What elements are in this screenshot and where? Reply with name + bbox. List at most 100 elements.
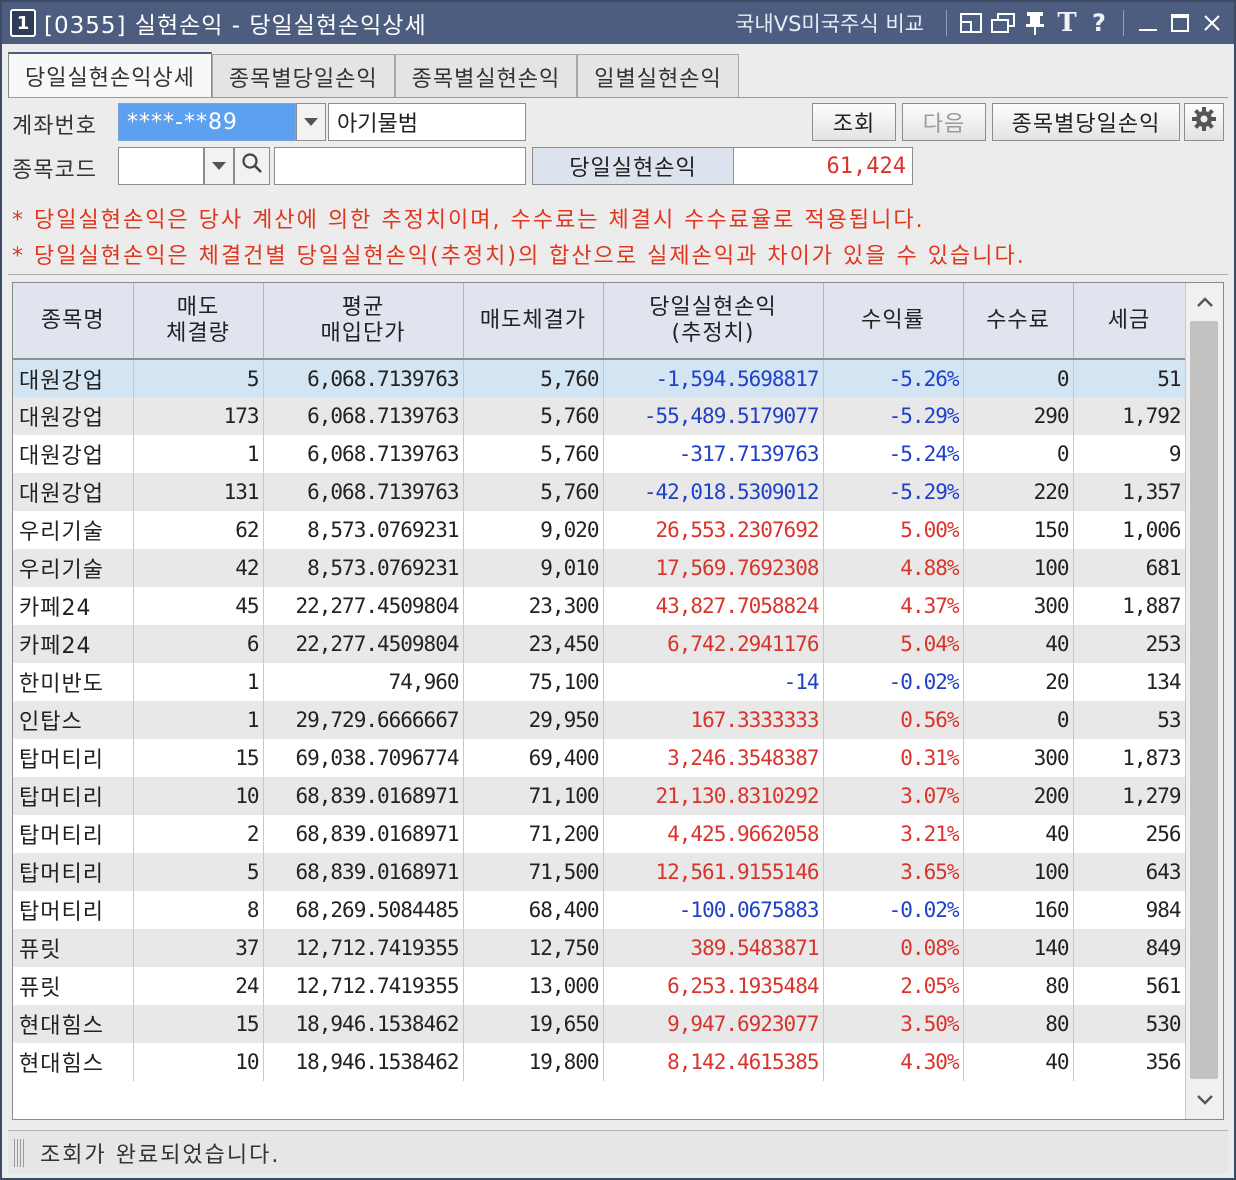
table-row[interactable]: 대원강업 173 6,068.7139763 5,760 -55,489.5179077… [13, 397, 1186, 435]
close-icon[interactable] [1196, 7, 1228, 39]
header-avg-buy-price[interactable]: 평균 매입단가 [263, 283, 464, 360]
table-row[interactable]: 탑머티리 5 68,839.0168971 71,500 12,561.9155146 3… [13, 853, 1186, 891]
vertical-scrollbar[interactable] [1185, 283, 1223, 1119]
cell-return-rate: 5.00% [823, 511, 964, 549]
cell-sell-price: 71,500 [463, 853, 604, 891]
cell-fee: 150 [963, 511, 1074, 549]
tab-daily-realized-detail[interactable]: 당일실현손익상세 [8, 52, 212, 98]
header-fee[interactable]: 수수료 [963, 283, 1074, 360]
realized-pnl-grid[interactable]: 종목명 매도 체결량 평균 매입단가 매도체결가 당일실현손익 (추정치) 수익률 수… [12, 282, 1224, 1120]
daily-by-stock-button[interactable]: 종목별당일손익 [992, 103, 1180, 141]
cell-avg-buy-price: 22,277.4509804 [263, 587, 464, 625]
cell-stock-name: 탑머티리 [13, 739, 134, 777]
table-row[interactable]: 퓨릿 24 12,712.7419355 13,000 6,253.1935484 2.0… [13, 967, 1186, 1005]
cell-realized-pnl: 43,827.7058824 [603, 587, 824, 625]
cascade-icon[interactable] [987, 7, 1019, 39]
table-row[interactable]: 탑머티리 10 68,839.0168971 71,100 21,130.8310292… [13, 777, 1186, 815]
restore-icon[interactable] [955, 7, 987, 39]
cell-sell-price: 19,800 [463, 1043, 604, 1081]
header-return-rate[interactable]: 수익률 [823, 283, 964, 360]
title-bar[interactable]: 1 [0355] 실현손익 - 당일실현손익상세 국내VS미국주식 비교 T ? [2, 2, 1234, 44]
account-dropdown-button[interactable] [296, 103, 326, 141]
cell-sell-quantity: 173 [133, 397, 264, 435]
cell-return-rate: 0.08% [823, 929, 964, 967]
table-row[interactable]: 대원강업 131 6,068.7139763 5,760 -42,018.5309012… [13, 473, 1186, 511]
pnl-table: 종목명 매도 체결량 평균 매입단가 매도체결가 당일실현손익 (추정치) 수익률 수… [13, 283, 1186, 1081]
cell-sell-price: 29,950 [463, 701, 604, 739]
cell-sell-price: 12,750 [463, 929, 604, 967]
cell-return-rate: -5.24% [823, 435, 964, 473]
cell-tax: 256 [1073, 815, 1186, 853]
cell-tax: 51 [1073, 359, 1186, 397]
cell-return-rate: 4.37% [823, 587, 964, 625]
scroll-down-icon[interactable] [1186, 1081, 1223, 1119]
cell-sell-quantity: 37 [133, 929, 264, 967]
header-stock-name[interactable]: 종목명 [13, 283, 134, 360]
stock-code-dropdown-button[interactable] [204, 147, 234, 185]
scroll-up-icon[interactable] [1186, 283, 1223, 321]
stock-search-button[interactable] [234, 147, 270, 185]
query-button[interactable]: 조회 [812, 103, 896, 141]
cell-avg-buy-price: 68,839.0168971 [263, 815, 464, 853]
maximize-icon[interactable] [1164, 7, 1196, 39]
cell-return-rate: -5.29% [823, 397, 964, 435]
table-row[interactable]: 우리기술 62 8,573.0769231 9,020 26,553.2307692 5.… [13, 511, 1186, 549]
tab-daily-realized[interactable]: 일별실현손익 [577, 54, 739, 98]
scrollbar-thumb[interactable] [1190, 321, 1218, 1079]
tab-realized-by-stock[interactable]: 종목별실현손익 [394, 54, 578, 98]
table-row[interactable]: 현대힘스 10 18,946.1538462 19,800 8,142.4615385 4… [13, 1043, 1186, 1081]
cell-sell-price: 23,450 [463, 625, 604, 663]
account-number-field[interactable]: ****-**89 [118, 103, 296, 141]
cell-avg-buy-price: 68,839.0168971 [263, 853, 464, 891]
cell-sell-quantity: 5 [133, 853, 264, 891]
cell-tax: 9 [1073, 435, 1186, 473]
table-row[interactable]: 대원강업 5 6,068.7139763 5,760 -1,594.5698817 -5.… [13, 359, 1186, 397]
settings-button[interactable] [1184, 103, 1224, 141]
table-header-row: 종목명 매도 체결량 평균 매입단가 매도체결가 당일실현손익 (추정치) 수익률 수… [13, 283, 1186, 360]
table-row[interactable]: 퓨릿 37 12,712.7419355 12,750 389.5483871 0.08%… [13, 929, 1186, 967]
help-icon[interactable]: ? [1083, 7, 1115, 39]
table-row[interactable]: 현대힘스 15 18,946.1538462 19,650 9,947.6923077 3… [13, 1005, 1186, 1043]
cell-sell-quantity: 1 [133, 663, 264, 701]
cell-return-rate: -5.26% [823, 359, 964, 397]
table-row[interactable]: 우리기술 42 8,573.0769231 9,010 17,569.7692308 4.… [13, 549, 1186, 587]
cell-sell-price: 5,760 [463, 473, 604, 511]
cell-stock-name: 우리기술 [13, 511, 134, 549]
compare-link[interactable]: 국내VS미국주식 비교 [735, 8, 924, 38]
cell-realized-pnl: -1,594.5698817 [603, 359, 824, 397]
section-divider [8, 274, 1228, 275]
header-tax[interactable]: 세금 [1073, 283, 1186, 360]
tab-daily-by-stock[interactable]: 종목별당일손익 [211, 54, 395, 98]
cell-avg-buy-price: 6,068.7139763 [263, 435, 464, 473]
header-realized-pnl[interactable]: 당일실현손익 (추정치) [603, 283, 824, 360]
cell-avg-buy-price: 6,068.7139763 [263, 473, 464, 511]
stock-code-field[interactable] [118, 147, 204, 185]
cell-stock-name: 탑머티리 [13, 777, 134, 815]
cell-return-rate: 4.30% [823, 1043, 964, 1081]
table-row[interactable]: 인탑스 1 29,729.6666667 29,950 167.3333333 0.56%… [13, 701, 1186, 739]
pin-icon[interactable] [1019, 7, 1051, 39]
next-button[interactable]: 다음 [902, 103, 986, 141]
minimize-icon[interactable] [1132, 7, 1164, 39]
cell-return-rate: 5.04% [823, 625, 964, 663]
header-sell-quantity[interactable]: 매도 체결량 [133, 283, 264, 360]
dropdown-icon [212, 162, 226, 170]
cell-sell-price: 19,650 [463, 1005, 604, 1043]
cell-realized-pnl: 389.5483871 [603, 929, 824, 967]
cell-sell-price: 13,000 [463, 967, 604, 1005]
table-row[interactable]: 카페24 45 22,277.4509804 23,300 43,827.7058824… [13, 587, 1186, 625]
cell-stock-name: 탑머티리 [13, 815, 134, 853]
table-row[interactable]: 대원강업 1 6,068.7139763 5,760 -317.7139763 -5.24… [13, 435, 1186, 473]
table-row[interactable]: 탑머티리 15 69,038.7096774 69,400 3,246.3548387 0… [13, 739, 1186, 777]
table-row[interactable]: 한미반도 1 74,960 75,100 -14 -0.02% 20 134 [13, 663, 1186, 701]
text-size-icon[interactable]: T [1051, 7, 1083, 39]
cell-avg-buy-price: 68,839.0168971 [263, 777, 464, 815]
cell-fee: 200 [963, 777, 1074, 815]
table-row[interactable]: 탑머티리 2 68,839.0168971 71,200 4,425.9662058 3.… [13, 815, 1186, 853]
table-row[interactable]: 카페24 6 22,277.4509804 23,450 6,742.2941176 5.… [13, 625, 1186, 663]
cell-fee: 40 [963, 815, 1074, 853]
table-row[interactable]: 탑머티리 8 68,269.5084485 68,400 -100.0675883 -0.… [13, 891, 1186, 929]
cell-tax: 1,873 [1073, 739, 1186, 777]
header-sell-price[interactable]: 매도체결가 [463, 283, 604, 360]
cell-return-rate: 0.56% [823, 701, 964, 739]
